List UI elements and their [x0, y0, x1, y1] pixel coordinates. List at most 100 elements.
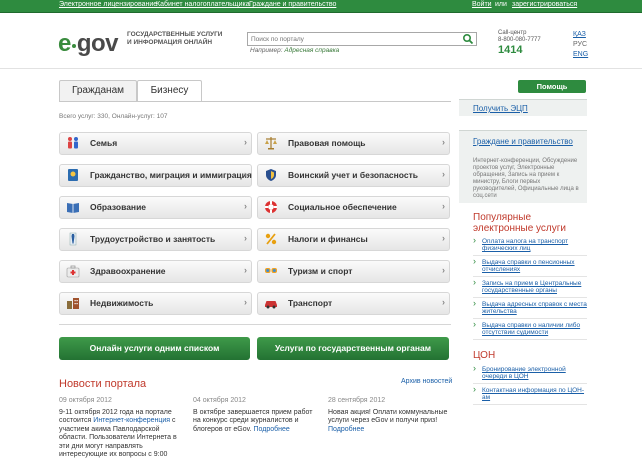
category-label: Транспорт — [288, 298, 333, 308]
services-by-agency-button[interactable]: Услуги по государственным органам — [257, 337, 449, 360]
news-text: Новая акция! Оплати коммунальные услуги … — [328, 408, 448, 425]
con-title: ЦОН — [473, 350, 496, 361]
shield-icon — [264, 168, 278, 182]
category-label: Социальное обеспечение — [288, 202, 397, 212]
popular-service-link[interactable]: Выдача адресных справок с места жительст… — [473, 300, 587, 319]
category-label: Образование — [90, 202, 147, 212]
search-input[interactable] — [248, 33, 459, 45]
category-healthcare[interactable]: Здравоохранение › — [59, 260, 252, 283]
category-legal-aid[interactable]: Правовая помощь › — [257, 132, 450, 155]
category-family[interactable]: Семья › — [59, 132, 252, 155]
top-bar: Электронное лицензирование Кабинет налог… — [0, 0, 642, 13]
service-stats: Всего услуг: 330, Онлайн-услуг: 107 — [59, 113, 168, 120]
category-employment[interactable]: Трудоустройство и занятость › — [59, 228, 252, 251]
news-date: 09 октября 2012 — [59, 397, 112, 404]
search-icon[interactable] — [462, 33, 474, 45]
get-eds-link[interactable]: Получить ЭЦП — [473, 104, 528, 113]
chevron-right-icon: › — [442, 297, 445, 307]
category-real-estate[interactable]: Недвижимость › — [59, 292, 252, 315]
category-label: Правовая помощь — [288, 138, 366, 148]
category-label: Налоги и финансы — [288, 234, 368, 244]
con-link[interactable]: Контактная информация по ЦОН-ам — [473, 386, 587, 405]
popular-services-list: Оплата налога на транспорт физических ли… — [473, 237, 587, 343]
or-text: или — [495, 1, 507, 8]
news-archive-link[interactable]: Архив новостей — [401, 378, 452, 385]
news-item: 28 сентября 2012 Новая акция! Оплати ком… — [328, 397, 453, 434]
category-label: Туризм и спорт — [288, 266, 353, 276]
category-label: Семья — [90, 138, 118, 148]
topbar-link-citizens-government[interactable]: Граждане и правительство — [249, 1, 336, 8]
callcenter: Call-центр 8-800-080-7777 1414 — [498, 30, 541, 57]
search-hint: Например: Адресная справка — [250, 47, 339, 54]
popular-service-link[interactable]: Выдача справки о наличии либо отсутствии… — [473, 321, 587, 340]
search-hint-link[interactable]: Адресная справка — [284, 47, 339, 54]
category-label: Гражданство, миграция и иммиграция — [90, 170, 252, 180]
citizens-government-panel: Граждане и правительство Интернет-конфер… — [459, 130, 587, 203]
popular-services-title: Популярные электронные услуги — [473, 212, 566, 234]
category-education[interactable]: Образование › — [59, 196, 252, 219]
news-date: 28 сентября 2012 — [328, 397, 386, 404]
news-date: 04 октября 2012 — [193, 397, 246, 404]
search-box — [247, 32, 477, 46]
chevron-right-icon: › — [442, 233, 445, 243]
news-link[interactable]: Подробнее — [328, 426, 364, 433]
callcenter-phone: 8-800-080-7777 — [498, 37, 541, 43]
divider — [59, 324, 451, 325]
category-tourism[interactable]: Туризм и спорт › — [257, 260, 450, 283]
news-item: 09 октября 2012 9-11 октября 2012 года н… — [59, 397, 184, 460]
lang-eng[interactable]: ENG — [573, 50, 588, 60]
category-transport[interactable]: Транспорт › — [257, 292, 450, 315]
goggles-icon — [264, 264, 278, 278]
percent-icon — [264, 232, 278, 246]
egov-logo[interactable]: e gov — [58, 30, 119, 58]
lang-kaz[interactable]: ҚАЗ — [573, 30, 588, 40]
buildings-icon — [66, 296, 80, 310]
chevron-right-icon: › — [442, 137, 445, 147]
popular-service-link[interactable]: Выдача справки о пенсионных отчислениях — [473, 258, 587, 277]
passport-icon — [66, 168, 80, 182]
callcenter-short-number: 1414 — [498, 44, 523, 56]
category-military[interactable]: Воинский учет и безопасность › — [257, 164, 450, 187]
site-slogan: ГОСУДАРСТВЕННЫЕ УСЛУГИ И ИНФОРМАЦИЯ ОНЛА… — [127, 31, 223, 46]
category-citizenship[interactable]: Гражданство, миграция и иммиграция › — [59, 164, 252, 187]
callcenter-label: Call-центр — [498, 30, 527, 36]
chevron-right-icon: › — [244, 201, 247, 211]
family-icon — [66, 136, 80, 150]
chevron-right-icon: › — [244, 137, 247, 147]
category-label: Недвижимость — [90, 298, 154, 308]
category-taxes[interactable]: Налоги и финансы › — [257, 228, 450, 251]
book-icon — [66, 200, 80, 214]
popular-service-link[interactable]: Запись на прием в Центральные государств… — [473, 279, 587, 298]
scales-icon — [264, 136, 278, 150]
online-services-list-button[interactable]: Онлайн услуги одним списком — [59, 337, 250, 360]
citizens-government-link[interactable]: Граждане и правительство — [473, 137, 573, 146]
chevron-right-icon: › — [244, 233, 247, 243]
con-link[interactable]: Бронирование электронной очереди в ЦОН — [473, 365, 587, 384]
category-label: Здравоохранение — [90, 266, 166, 276]
language-switcher: ҚАЗ РУС ENG — [573, 30, 588, 60]
tab-divider — [59, 101, 451, 102]
tab-business[interactable]: Бизнесу — [137, 80, 202, 101]
topbar-link-licensing[interactable]: Электронное лицензирование — [59, 1, 157, 8]
category-label: Воинский учет и безопасность — [288, 170, 418, 180]
news-link[interactable]: Подробнее — [254, 426, 290, 433]
news-item: 04 октября 2012 В октябре завершается пр… — [193, 397, 318, 434]
popular-service-link[interactable]: Оплата налога на транспорт физических ли… — [473, 237, 587, 256]
topbar-link-tax-cabinet[interactable]: Кабинет налогоплательщика — [156, 1, 250, 8]
news-link[interactable]: Интернет-конференция — [93, 417, 170, 424]
lifebuoy-icon — [264, 200, 278, 214]
tab-citizens[interactable]: Гражданам — [59, 80, 137, 101]
chevron-right-icon: › — [244, 169, 247, 179]
get-eds-panel: Получить ЭЦП — [459, 99, 587, 116]
help-button[interactable]: Помощь — [518, 80, 586, 93]
register-link[interactable]: зарегистрироваться — [512, 1, 577, 8]
category-social-security[interactable]: Социальное обеспечение › — [257, 196, 450, 219]
chevron-right-icon: › — [442, 201, 445, 211]
tie-icon — [66, 232, 80, 246]
medkit-icon — [66, 264, 80, 278]
chevron-right-icon: › — [244, 297, 247, 307]
login-link[interactable]: Войти — [472, 1, 492, 8]
search-hint-prefix: Например: — [250, 47, 283, 54]
chevron-right-icon: › — [244, 265, 247, 275]
lang-rus[interactable]: РУС — [573, 40, 588, 50]
